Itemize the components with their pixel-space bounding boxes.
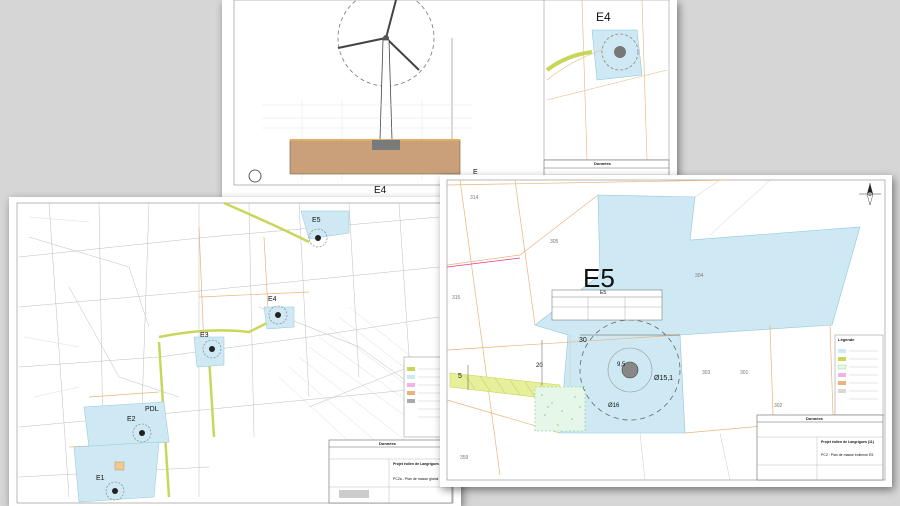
e5-plan-sheet: E5 E5 314 305 304 315 303 301 302 359 30… (440, 175, 892, 487)
elevation-drawing (233, 0, 670, 186)
parcel-304: 304 (695, 273, 704, 279)
turbine-label-e5: E5 (312, 217, 321, 224)
legend-title: Légende (838, 337, 855, 342)
dimension-30: 30 (579, 337, 587, 344)
turbine-label-e3: E3 (200, 332, 209, 339)
e5-cartouche (756, 414, 884, 481)
global-plan-sheet: E5 E4 E3 E2 E1 PDL Données Projet éolien… (9, 197, 461, 506)
parcel-302: 302 (774, 403, 783, 409)
turbine-label-e2: E2 (127, 416, 136, 423)
parcel-314: 314 (470, 195, 479, 201)
north-arrow-icon (859, 183, 881, 206)
pdl-substation (114, 461, 125, 471)
parcel-301: 301 (740, 370, 749, 376)
turbine-label-e4: E4 (268, 296, 277, 303)
elevation-title: E4 (374, 185, 387, 196)
inset-turbine-label: E4 (596, 10, 611, 24)
e5-cartouche-header: Données (806, 416, 823, 421)
e5-title: E5 (583, 263, 615, 293)
turbine-zones (73, 210, 350, 503)
parcel-303: 303 (702, 370, 711, 376)
parcel-315: 315 (452, 295, 461, 301)
parcel-359: 359 (460, 455, 469, 461)
turbine-label-e1: E1 (96, 475, 105, 482)
tower (379, 39, 393, 141)
left-cartouche-header: Données (379, 441, 396, 446)
dimension-5: 5 (458, 373, 462, 380)
dimension-diameter: Ø15,1 (654, 375, 674, 382)
dimension-20: 20 (536, 363, 543, 369)
e5-info-table (551, 289, 663, 321)
e5-table-header: E5 (600, 290, 607, 296)
e5-plan-title: PC2 : Plan de masse éolienne E5 (821, 453, 874, 457)
back-cartouche-header: Données (594, 161, 611, 166)
dimension-16: Ø16 (608, 403, 620, 409)
parcel-305: 305 (550, 239, 559, 245)
global-plan-map (16, 201, 454, 504)
pdl-label: PDL (145, 406, 159, 413)
crane-platform (534, 386, 586, 432)
elevation-sheet: E4 E E4 Données (222, 0, 677, 198)
access-roads (157, 201, 310, 498)
dimension-9-5: 9,5 (617, 362, 626, 368)
e5-project-title: Projet éolien de Langrigues (11) (821, 440, 874, 444)
